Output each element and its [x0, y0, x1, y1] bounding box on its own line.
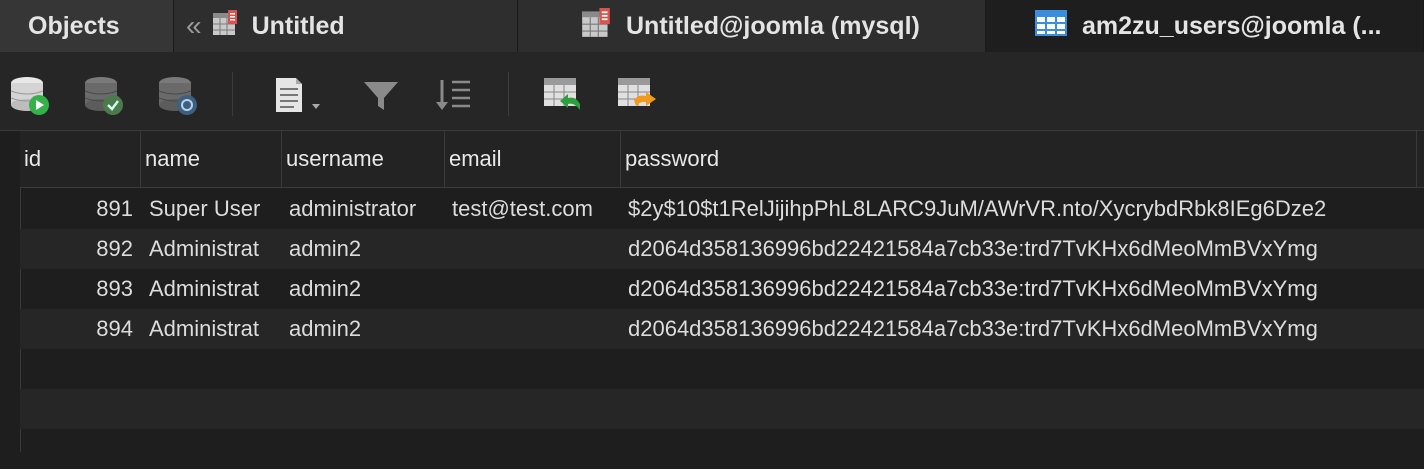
empty-row	[20, 349, 1424, 389]
cell-email[interactable]: test@test.com	[452, 189, 617, 229]
column-header-name[interactable]: name	[141, 131, 282, 187]
export-button[interactable]	[616, 74, 658, 116]
column-header-email[interactable]: email	[445, 131, 621, 187]
cell-username[interactable]: admin2	[289, 229, 445, 269]
column-header-username[interactable]: username	[282, 131, 445, 187]
query-table-icon	[580, 7, 612, 45]
db-run-icon	[8, 74, 50, 116]
tab-bar: Objects « Untitled Untitled@joomla (mysq…	[0, 0, 1424, 52]
text-view-menu-button[interactable]	[268, 74, 328, 116]
tab-untitled-mysql-label: Untitled@joomla (mysql)	[626, 11, 920, 40]
sort-button[interactable]	[432, 74, 474, 116]
tab-objects-label: Objects	[28, 11, 120, 40]
column-header-id[interactable]: id	[20, 131, 141, 187]
cell-name[interactable]: Administrat	[149, 309, 274, 349]
filter-icon	[360, 74, 402, 116]
rollback-button[interactable]	[156, 74, 198, 116]
empty-row	[20, 429, 1424, 469]
cell-password[interactable]: d2064d358136996bd22421584a7cb33e:trd7TvK…	[628, 229, 1424, 269]
commit-button[interactable]	[82, 74, 124, 116]
toolbar-separator	[232, 72, 233, 116]
tab-untitled-mysql[interactable]: Untitled@joomla (mysql)	[518, 0, 986, 52]
table-row[interactable]: 893 Administrat admin2 d2064d358136996bd…	[20, 269, 1424, 309]
empty-row	[20, 389, 1424, 429]
cell-password[interactable]: d2064d358136996bd22421584a7cb33e:trd7TvK…	[628, 309, 1424, 349]
tab-am2zu-users-label: am2zu_users@joomla (...	[1082, 11, 1382, 40]
import-button[interactable]	[542, 74, 584, 116]
cell-id[interactable]: 894	[20, 309, 133, 349]
table-import-icon	[542, 74, 584, 116]
table-row[interactable]: 894 Administrat admin2 d2064d358136996bd…	[20, 309, 1424, 349]
cell-email[interactable]	[452, 309, 617, 349]
table-row[interactable]: 892 Administrat admin2 d2064d358136996bd…	[20, 229, 1424, 269]
cell-name[interactable]: Super User	[149, 189, 274, 229]
cell-email[interactable]	[452, 229, 617, 269]
toolbar-separator	[508, 72, 509, 116]
run-query-button[interactable]	[8, 74, 50, 116]
table-icon	[1034, 8, 1068, 45]
table-export-icon	[616, 74, 658, 116]
db-history-icon	[156, 74, 198, 116]
row-selector-gutter[interactable]	[0, 131, 21, 452]
cell-username[interactable]: admin2	[289, 269, 445, 309]
toolbar	[0, 52, 1424, 131]
tab-untitled-label: Untitled	[251, 11, 345, 40]
cell-id[interactable]: 891	[20, 189, 133, 229]
cell-email[interactable]	[452, 269, 617, 309]
tab-untitled[interactable]: « Untitled	[174, 0, 518, 52]
cell-id[interactable]: 893	[20, 269, 133, 309]
sort-icon	[432, 74, 474, 116]
document-menu-icon	[268, 74, 328, 116]
column-header-password[interactable]: password	[621, 131, 1417, 187]
tab-objects[interactable]: Objects	[0, 0, 174, 52]
filter-button[interactable]	[360, 74, 402, 116]
tab-am2zu-users[interactable]: am2zu_users@joomla (...	[986, 0, 1424, 52]
cell-id[interactable]: 892	[20, 229, 133, 269]
cell-password[interactable]: $2y$10$t1RelJijihpPhL8LARC9JuM/AWrVR.nto…	[628, 189, 1424, 229]
cell-name[interactable]: Administrat	[149, 229, 274, 269]
db-check-icon	[82, 74, 124, 116]
cell-password[interactable]: d2064d358136996bd22421584a7cb33e:trd7TvK…	[628, 269, 1424, 309]
table-row[interactable]: 891 Super User administrator test@test.c…	[20, 189, 1424, 229]
cell-name[interactable]: Administrat	[149, 269, 274, 309]
cell-username[interactable]: admin2	[289, 309, 445, 349]
query-table-icon	[212, 9, 238, 43]
grid-header: id name username email password	[20, 131, 1424, 188]
cell-username[interactable]: administrator	[289, 189, 445, 229]
data-grid: id name username email password 891 Supe…	[0, 131, 1424, 452]
double-chevron-left-icon[interactable]: «	[186, 10, 202, 42]
